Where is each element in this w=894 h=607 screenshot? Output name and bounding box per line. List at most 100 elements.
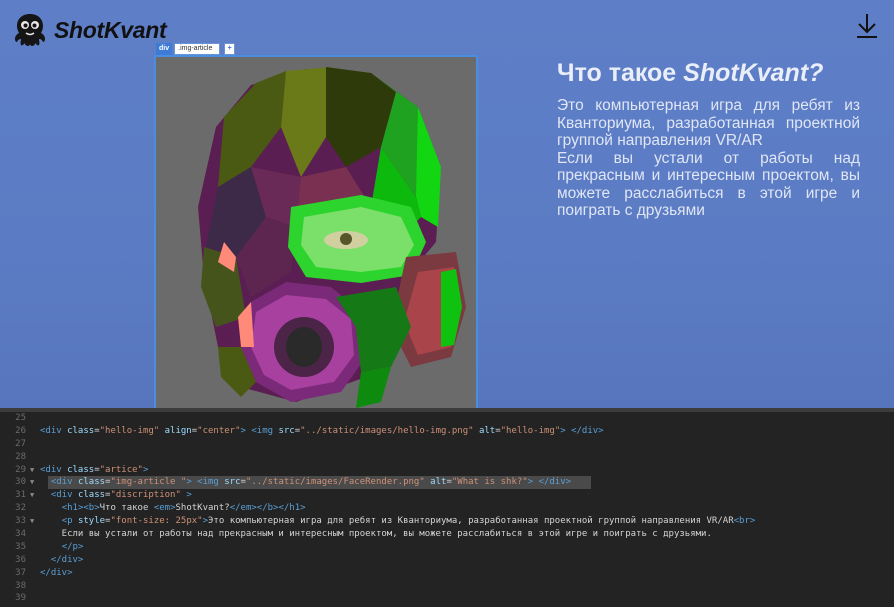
code-token: </p> <box>61 541 84 552</box>
description-text: Это компьютерная игра для ребят из Квант… <box>557 97 860 220</box>
download-icon[interactable] <box>855 12 879 40</box>
code-line[interactable]: 32 <h1><b>Что такое <em>ShotKvant?</em><… <box>0 502 894 515</box>
code-token: > <img <box>240 425 279 436</box>
inspector-tag-name: div <box>156 43 173 55</box>
code-token: "../static/images/hello-img.png" <box>300 425 474 436</box>
inspector-element-tag: div .img-article + <box>156 43 236 55</box>
code-text: <div class="hello-img" align="center"> <… <box>40 425 604 438</box>
code-token: "font-size: 25px" <box>110 516 203 527</box>
fold-arrow-icon[interactable]: ▼ <box>30 489 34 502</box>
heading-prefix: Что такое <box>557 59 684 87</box>
code-token: "What is shk?" <box>451 477 528 488</box>
code-token: <p <box>61 516 78 527</box>
code-token: src <box>224 477 241 488</box>
fold-arrow-icon[interactable]: ▼ <box>30 515 34 528</box>
code-line[interactable]: 27 <box>0 438 894 451</box>
code-token: > </div> <box>527 477 572 488</box>
inspector-class-field[interactable]: .img-article <box>174 43 221 55</box>
logo-text: ShotKvant <box>54 16 167 43</box>
code-token: class <box>77 477 106 488</box>
heading-emphasis: ShotKvant? <box>683 59 824 87</box>
code-token: Это компьютерная игра для ребят из Квант… <box>208 516 734 527</box>
fold-arrow-icon[interactable]: ▼ <box>30 476 34 489</box>
code-line[interactable]: 25 <box>0 412 894 425</box>
line-number: 36 <box>15 554 26 565</box>
code-line[interactable]: 30 ▼ <div class="img-article "> <img src=… <box>0 476 894 490</box>
code-token: <em> <box>153 503 176 514</box>
code-line[interactable]: 35 </p> <box>0 541 894 554</box>
code-token: alt <box>473 425 496 436</box>
line-number: 34 <box>15 529 26 540</box>
fold-arrow-icon[interactable]: ▼ <box>30 464 34 477</box>
code-token: ShotKvant? <box>175 503 230 514</box>
line-number: 28 <box>15 451 26 462</box>
code-text: <div class="img-article "> <img src="../… <box>40 476 571 489</box>
code-text: <div class="artice"> <box>40 464 148 477</box>
code-token: Если вы устали от работы над прекрасным … <box>40 529 712 540</box>
code-line[interactable]: 36 </div> <box>0 554 894 567</box>
code-text: <div class="discription" > <box>40 489 192 502</box>
octopus-logo-icon <box>15 14 45 46</box>
code-token: <div <box>50 490 78 501</box>
code-line[interactable]: 26 <div class="hello-img" align="center">… <box>0 425 894 438</box>
code-token: </div> <box>40 567 73 578</box>
code-line[interactable]: 28 <box>0 451 894 464</box>
code-line[interactable]: 38 <box>0 580 894 593</box>
code-lines: 25 26 <div class="hello-img" align="center… <box>0 412 894 605</box>
code-token: class <box>77 490 106 501</box>
code-token: "center" <box>197 425 241 436</box>
code-text: Если вы устали от работы над прекрасным … <box>40 528 712 541</box>
code-text: <h1><b>Что такое <em>ShotKvant?</em></b>… <box>40 502 306 515</box>
line-number: 33 <box>15 516 26 527</box>
code-token: "artice" <box>99 464 143 475</box>
code-token: "img-article " <box>110 477 187 488</box>
inspector-add-button[interactable]: + <box>224 43 236 55</box>
page-heading: Что такое ShotKvant? <box>557 58 860 88</box>
code-token: </div> <box>50 554 84 565</box>
line-number: 30 <box>15 477 26 488</box>
page-preview: ShotKvant div .img-article + Что такое S… <box>0 0 894 408</box>
line-number: 26 <box>15 425 26 436</box>
code-line[interactable]: 37 </div> <box>0 567 894 580</box>
line-number: 29 <box>15 464 26 475</box>
code-line[interactable]: 34 Если вы устали от работы над прекрасн… <box>0 528 894 541</box>
line-number: 32 <box>15 503 26 514</box>
code-line[interactable]: 29 ▼ <div class="artice"> <box>0 464 894 477</box>
line-number: 25 <box>15 413 26 423</box>
code-line[interactable]: 33 ▼ <p style="font-size: 25px">Это компь… <box>0 515 894 528</box>
code-token: style <box>77 516 106 527</box>
code-token: > <box>180 490 192 501</box>
code-text: </div> <box>40 567 73 580</box>
site-logo[interactable]: ShotKvant <box>12 12 167 48</box>
code-line[interactable]: 39 <box>0 592 894 605</box>
code-token: "../static/images/FaceRender.png" <box>245 477 425 488</box>
code-editor-panel[interactable]: 25 26 <div class="hello-img" align="center… <box>0 408 894 607</box>
code-token: <div <box>40 425 68 436</box>
code-token: > </div> <box>560 425 604 436</box>
code-token: > <box>142 464 149 475</box>
face-render-image <box>154 55 478 408</box>
code-token: alt <box>424 477 447 488</box>
code-token: Что такое <box>99 503 154 514</box>
code-token: > <img <box>186 477 225 488</box>
code-text: </p> <box>40 541 84 554</box>
line-number: 31 <box>15 490 26 501</box>
gas-mask-character-image <box>156 57 476 408</box>
code-token: class <box>67 425 95 436</box>
code-token: "discription" <box>110 490 181 501</box>
code-token: "hello-img" <box>500 425 561 436</box>
code-token: <br> <box>733 516 756 527</box>
code-token: class <box>67 464 95 475</box>
code-token: <div <box>50 477 78 488</box>
code-token: </em></b></h1> <box>229 503 306 514</box>
code-token: "hello-img" <box>99 425 160 436</box>
code-token: src <box>278 425 295 436</box>
code-line[interactable]: 31 ▼ <div class="discription" > <box>0 489 894 502</box>
code-text: <p style="font-size: 25px">Это компьютер… <box>40 515 756 528</box>
